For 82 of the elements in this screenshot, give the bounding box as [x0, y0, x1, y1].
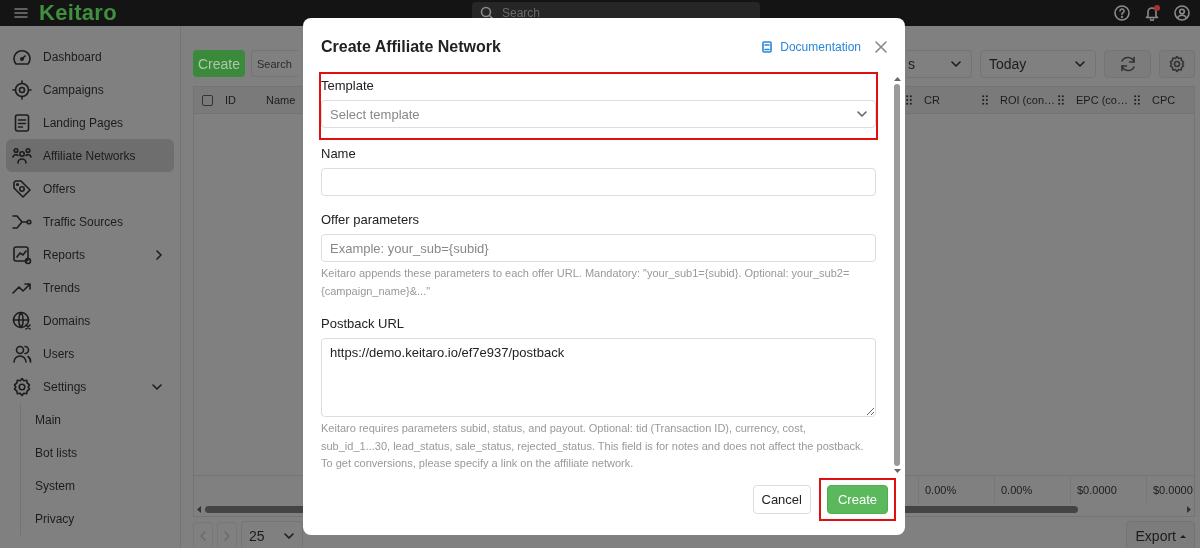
refresh-icon [1118, 54, 1137, 73]
sidebar-subitem[interactable]: Bot lists [21, 436, 174, 469]
settings-button[interactable] [1159, 49, 1195, 78]
column-header[interactable]: ID [225, 94, 236, 106]
template-select[interactable]: Select template [321, 100, 876, 128]
field-label: Postback URL [321, 316, 406, 332]
text-field[interactable] [321, 168, 876, 196]
sidebar-subitem[interactable]: Main [21, 403, 174, 436]
globe-icon [12, 310, 32, 331]
create-button[interactable]: Create [826, 485, 888, 514]
url-textarea[interactable]: https://demo.keitaro.io/ef7e937/postback [321, 338, 876, 417]
help-text: Keitaro requires parameters subid, status, and payout. Optional: tid (Transaction ID), currency, cost, sub_id_1...30, lead_status, sale_status, rejected_status. This field is for notes and does not affect the postback. To get conversions, please specify a link on the affiliate network. [321, 421, 865, 471]
column-header[interactable]: CR [924, 94, 940, 106]
tag-icon [12, 178, 32, 199]
drag-handle-icon [1058, 95, 1064, 105]
settings-icon [12, 376, 32, 397]
drag-handle-icon [982, 95, 988, 105]
checkbox[interactable] [202, 94, 213, 106]
chevron-icon [1075, 60, 1085, 67]
period-dropdown[interactable]: Today [980, 49, 1096, 78]
document-icon [12, 112, 32, 133]
dialog-title: Create Affiliate Network [321, 38, 502, 56]
table-cell: $0.0000 [1077, 483, 1117, 496]
help-icon [1114, 5, 1130, 21]
triangle-right-icon[interactable] [1186, 506, 1191, 513]
text-field[interactable]: Example: your_sub={subid} [321, 234, 876, 262]
page-size-select[interactable]: 25 [241, 521, 303, 548]
sidebar-item[interactable]: Traffic Sources [6, 205, 174, 238]
field-label: Offer parameters [321, 212, 421, 228]
triangle-down-icon[interactable] [893, 469, 901, 473]
user-icon [1174, 5, 1190, 21]
column-header[interactable]: ROI (con… [1000, 94, 1055, 106]
notifications-button[interactable] [1144, 5, 1160, 21]
triangle-left-icon[interactable] [197, 506, 202, 513]
sidebar-item[interactable]: Landing Pages [6, 106, 174, 139]
target-icon [12, 79, 32, 100]
export-button[interactable]: Export [1125, 521, 1195, 548]
documentation-link[interactable]: Documentation [762, 40, 861, 54]
cancel-button[interactable]: Cancel [752, 485, 811, 514]
column-header[interactable]: Name [266, 94, 296, 106]
search-field[interactable]: Search [251, 50, 299, 77]
sidebar-item[interactable]: Reports [6, 238, 174, 271]
chevron-icon [857, 111, 867, 117]
drag-handle-icon [906, 95, 912, 105]
sidebar-subitem[interactable]: Privacy [21, 502, 174, 535]
caret-icon [1180, 533, 1186, 538]
chevron-icon [284, 532, 294, 539]
chart-icon [12, 244, 32, 265]
help-text: Keitaro appends these parameters to each offer URL. Mandatory: "your_sub1={subid}. Optional: your_sub2={campaign_name}&..." [321, 266, 851, 299]
table-cell: 0.00% [1001, 483, 1033, 496]
menu-icon [14, 7, 28, 19]
sidebar-item[interactable]: Affiliate Networks [6, 139, 174, 172]
sidebar-item[interactable]: Domains [6, 304, 174, 337]
create-button[interactable]: Create [193, 50, 246, 77]
sidebar-item[interactable]: Trends [6, 271, 174, 304]
triangle-up-icon[interactable] [893, 77, 901, 81]
table-cell: 0.00% [925, 483, 957, 496]
refresh-button[interactable] [1104, 49, 1151, 78]
book-icon [762, 41, 773, 53]
settings-icon [1168, 54, 1186, 73]
sidebar-item[interactable]: Campaigns [6, 73, 174, 106]
chevron-icon [951, 60, 961, 67]
close-icon [875, 41, 887, 53]
columns-dropdown[interactable]: s [906, 49, 972, 78]
field-label: Template [321, 78, 375, 94]
people-group-icon [12, 145, 32, 166]
field-label: Name [321, 146, 357, 162]
users-icon [12, 343, 32, 364]
sidebar-item[interactable]: Offers [6, 172, 174, 205]
drag-handle-icon [1134, 95, 1140, 105]
column-header[interactable]: CPC [1152, 94, 1176, 106]
logo[interactable]: Keitaro [39, 0, 117, 26]
column-header[interactable]: EPC (co… [1076, 94, 1128, 106]
sidebar-item[interactable]: Settings [6, 370, 174, 403]
sidebar-subitem[interactable]: System [21, 469, 174, 502]
sidebar-item[interactable]: Dashboard [6, 40, 174, 73]
bell-icon [1144, 5, 1160, 21]
sidebar-item[interactable]: Users [6, 337, 174, 370]
table-cell: $0.0000 [1153, 483, 1193, 496]
close-button[interactable] [875, 41, 887, 53]
scrollbar[interactable] [893, 77, 901, 473]
search-icon [480, 6, 494, 20]
